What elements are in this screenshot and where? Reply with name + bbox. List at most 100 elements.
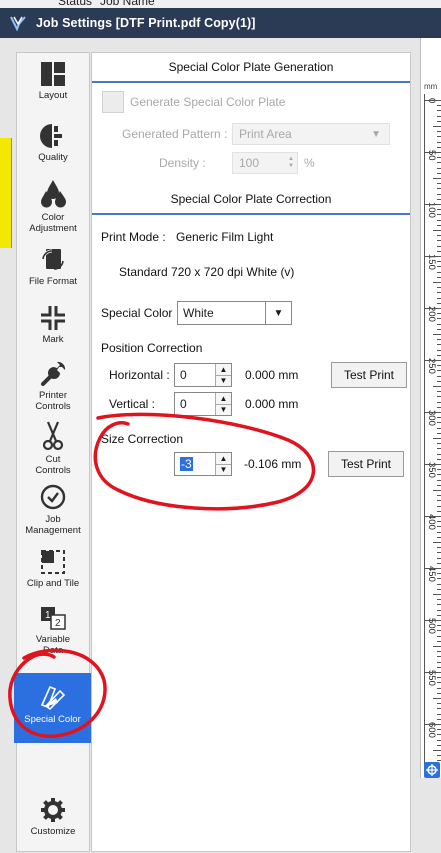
size-test-print-button[interactable]: Test Print (328, 451, 404, 477)
generate-plate-checkbox[interactable] (102, 91, 124, 113)
sidebar-item-variable-data[interactable]: 1 2 Variable Data (17, 605, 89, 656)
ruler-tick (437, 495, 441, 497)
ruler-tick (437, 287, 441, 289)
ruler-tick (437, 266, 441, 268)
swatch-fan-icon (40, 685, 65, 711)
ruler-tick (437, 432, 441, 434)
sidebar-item-mark[interactable]: Mark (17, 305, 89, 345)
ruler-tick (437, 250, 441, 252)
horizontal-stepper[interactable]: 0 ▲ ▼ (174, 363, 232, 387)
ruler-tick (437, 370, 441, 372)
sidebar-item-clip-and-tile[interactable]: Clip and Tile (17, 549, 89, 589)
ruler-tick (437, 406, 441, 408)
ruler-tick (437, 604, 441, 606)
stepper-up-icon[interactable]: ▲ (216, 364, 231, 376)
special-color-row: Special Color White ▼ (101, 301, 292, 325)
ruler-tick (437, 708, 441, 710)
ruler-tick (437, 105, 441, 107)
special-color-select[interactable]: White ▼ (177, 301, 292, 325)
sidebar-item-job-management[interactable]: Job Management (17, 483, 89, 536)
ruler-tick (437, 552, 441, 554)
ruler-tick (437, 167, 441, 169)
sidebar-item-color-adjustment[interactable]: Color Adjustment (17, 179, 89, 234)
resolution-text: Standard 720 x 720 dpi White (v) (119, 265, 295, 279)
ruler-tick (437, 453, 441, 455)
size-correction-stepper[interactable]: -3 ▲ ▼ (174, 452, 232, 476)
ruler-tick (437, 599, 441, 601)
size-correction-value[interactable]: -3 (180, 457, 193, 471)
stepper-down-icon[interactable]: ▼ (216, 375, 231, 386)
sidebar-item-label: Layout (38, 90, 68, 101)
ruler-tick (437, 302, 441, 304)
ruler-tick (437, 183, 441, 185)
ruler-tick (437, 375, 441, 377)
app-logo-icon (10, 16, 26, 32)
ruler-tick (425, 568, 441, 569)
ruler-tick (437, 687, 441, 689)
generated-pattern-dropdown[interactable]: Print Area ▼ (232, 123, 390, 145)
background-column-status: Status (58, 0, 93, 8)
ruler-tick (437, 666, 441, 668)
stepper-up-icon[interactable]: ▲ (216, 453, 231, 465)
sidebar-item-special-color[interactable]: Special Color (14, 673, 99, 743)
ruler-tick (437, 448, 441, 450)
sidebar-item-cut-controls[interactable]: Cut Controls (17, 421, 89, 476)
ruler-tick (437, 209, 441, 211)
ruler-tick (437, 224, 441, 226)
ruler-tick (437, 755, 441, 757)
print-mode-row: Print Mode : Generic Film Light (101, 230, 273, 244)
ruler-tick (437, 734, 441, 736)
sidebar-item-label: Special Color (24, 714, 81, 725)
density-unit: % (304, 156, 315, 170)
sidebar-item-printer-controls[interactable]: Printer Controls (17, 359, 89, 412)
gear-icon (41, 798, 65, 822)
horizontal-test-print-button[interactable]: Test Print (331, 362, 407, 388)
ruler-tick (425, 204, 441, 205)
density-label: Density : (159, 156, 206, 170)
file-format-icon (41, 249, 64, 270)
ruler-tick (437, 417, 441, 419)
ruler-tick (437, 391, 441, 393)
sidebar-item-quality[interactable]: Quality (17, 123, 89, 163)
stepper-down-icon[interactable]: ▼ (216, 404, 231, 415)
ruler-tick (437, 146, 441, 148)
ruler-tick (437, 141, 441, 143)
plate-correction-header: Special Color Plate Correction (92, 185, 410, 215)
density-stepper[interactable]: 100 ▲ ▼ (232, 152, 298, 174)
stepper-arrows-icon: ▲ ▼ (288, 156, 294, 169)
ruler-tick (425, 724, 441, 725)
ruler-tick (433, 542, 441, 543)
crosshair-icon[interactable] (424, 762, 440, 778)
sidebar-item-file-format[interactable]: File Format (17, 247, 89, 287)
sidebar-item-layout[interactable]: Layout (17, 61, 89, 101)
stepper-down-icon[interactable]: ▼ (216, 464, 231, 475)
ruler-tick (437, 703, 441, 705)
special-color-label: Special Color (101, 306, 173, 320)
ruler-tick (437, 313, 441, 315)
ruler-tick (437, 536, 441, 538)
ruler-tick (433, 230, 441, 231)
wrench-icon (41, 361, 66, 386)
print-mode-value: Generic Film Light (176, 230, 274, 244)
vertical-mm-value: 0.000 mm (245, 397, 299, 411)
horizontal-mm-value: 0.000 mm (245, 368, 299, 382)
ruler-tick (433, 282, 441, 283)
ruler-tick (437, 500, 441, 502)
clip-tile-icon (41, 550, 65, 574)
ruler-tick (437, 292, 441, 294)
stepper-up-icon[interactable]: ▲ (216, 393, 231, 405)
ruler-tick (437, 443, 441, 445)
vertical-stepper[interactable]: 0 ▲ ▼ (174, 392, 232, 416)
sidebar-item-customize[interactable]: Customize (17, 797, 89, 837)
size-mm-value: -0.106 mm (244, 457, 302, 471)
ruler-tick (437, 682, 441, 684)
ruler-tick (437, 521, 441, 523)
background-column-job-name: Job Name (100, 0, 155, 8)
ruler-tick (437, 474, 441, 476)
ruler-tick (437, 120, 441, 122)
ruler-tick (437, 744, 441, 746)
ruler-tick (433, 490, 441, 491)
sidebar-item-label: Printer Controls (35, 390, 71, 412)
ruler-tick (437, 609, 441, 611)
color-drops-icon (41, 180, 66, 208)
